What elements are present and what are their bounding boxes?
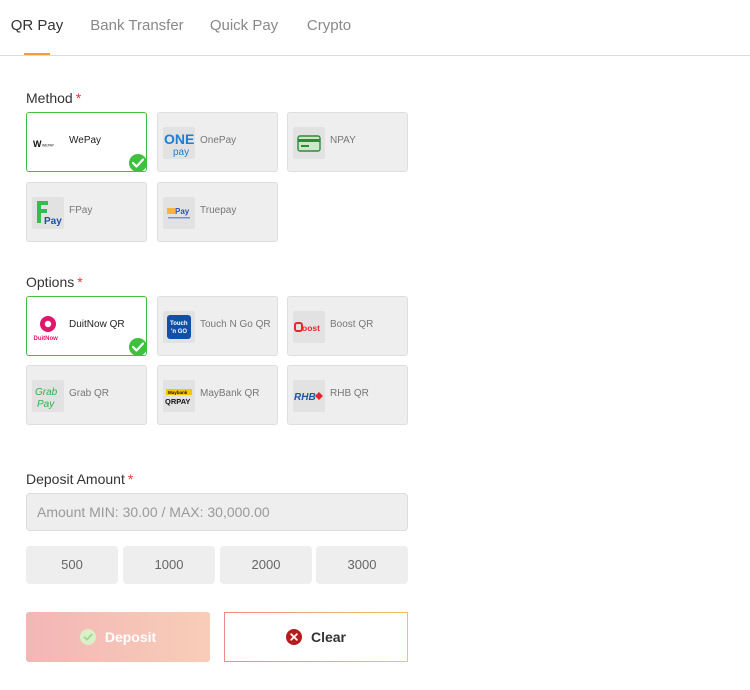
quick-amount-500-button[interactable]: 500 — [26, 546, 118, 584]
wepay-logo: W WEPAY — [32, 127, 64, 159]
option-rhb-qr[interactable]: RHB RHB QR — [287, 365, 408, 425]
option-label: DuitNow QR — [69, 319, 125, 330]
grab-logo: Grab Pay — [32, 380, 64, 412]
truepay-logo-text: Pay — [175, 207, 190, 216]
required-mark: * — [127, 471, 134, 487]
deposit-amount-heading: Deposit Amount * — [26, 471, 133, 487]
options-heading: Options * — [26, 274, 83, 290]
option-label: Touch N Go QR — [200, 319, 271, 330]
quick-amount-3000-button[interactable]: 3000 — [316, 546, 408, 584]
option-touch-n-go-qr[interactable]: Touch 'n GO Touch N Go QR — [157, 296, 278, 356]
method-option-onepay[interactable]: ONE pay OnePay — [157, 112, 278, 172]
tab-quick-pay-label: Quick Pay — [209, 17, 279, 34]
option-maybank-qr[interactable]: Maybank QRPAY MayBank QR — [157, 365, 278, 425]
method-option-label: Truepay — [200, 205, 237, 216]
svg-text:W: W — [33, 139, 42, 149]
option-label: RHB QR — [330, 388, 369, 399]
option-duitnow-qr[interactable]: DuitNow DuitNow QR — [26, 296, 147, 356]
quick-amount-1000-button[interactable]: 1000 — [123, 546, 215, 584]
method-option-truepay[interactable]: Pay Truepay — [157, 182, 278, 242]
rhb-logo: RHB — [293, 380, 325, 412]
method-option-fpay[interactable]: Pay FPay — [26, 182, 147, 242]
clear-button-label: Clear — [310, 629, 347, 645]
option-label: Grab QR — [69, 388, 110, 399]
maybank-logo-bottom: QRPAY — [165, 397, 190, 406]
check-icon — [129, 154, 147, 172]
wepay-logo-text: WEPAY — [42, 144, 55, 148]
option-grab-qr[interactable]: Grab Pay Grab QR — [26, 365, 147, 425]
quick-amount-2000-button[interactable]: 2000 — [220, 546, 312, 584]
onepay-logo: ONE pay — [163, 127, 195, 159]
tab-bank-transfer[interactable]: Bank Transfer — [86, 0, 188, 55]
npay-card-logo — [293, 127, 325, 159]
method-label: Method — [26, 90, 73, 106]
method-option-label: FPay — [69, 205, 93, 216]
tng-logo-bottom: 'n GO — [171, 329, 187, 335]
grab-logo-top: Grab — [35, 387, 58, 398]
fpay-logo: Pay — [32, 197, 64, 229]
fpay-logo-text: Pay — [44, 216, 62, 227]
deposit-button-label: Deposit — [104, 629, 157, 645]
deposit-amount-label: Deposit Amount — [26, 471, 125, 487]
touchngo-logo: Touch 'n GO — [163, 311, 195, 343]
duitnow-logo: DuitNow — [32, 311, 64, 343]
tab-qr-pay-label: QR Pay — [10, 17, 64, 34]
check-circle-icon — [79, 629, 96, 645]
option-label: Boost QR — [330, 319, 374, 330]
method-option-label: OnePay — [200, 135, 237, 146]
tab-crypto-label: Crypto — [306, 17, 352, 34]
onepay-logo-top: ONE — [164, 131, 194, 147]
tab-crypto[interactable]: Crypto — [300, 0, 358, 55]
tng-logo-top: Touch — [170, 321, 188, 327]
onepay-logo-bottom: pay — [173, 147, 189, 158]
maybank-logo-top: Maybank — [168, 390, 188, 395]
payment-tabs: QR Pay Bank Transfer Quick Pay Crypto — [0, 0, 750, 56]
required-mark: * — [77, 274, 83, 290]
method-heading: Method * — [26, 90, 81, 106]
close-circle-icon — [285, 629, 302, 645]
grab-logo-bottom: Pay — [37, 399, 55, 410]
method-option-label: NPAY — [330, 135, 356, 146]
option-boost-qr[interactable]: oost Boost QR — [287, 296, 408, 356]
check-icon — [129, 338, 147, 356]
truepay-logo: Pay — [163, 197, 195, 229]
boost-logo: oost — [293, 311, 325, 343]
duitnow-logo-text: DuitNow — [34, 336, 59, 342]
option-label: MayBank QR — [200, 388, 260, 399]
boost-logo-text: oost — [302, 323, 320, 333]
method-option-npay[interactable]: NPAY — [287, 112, 408, 172]
clear-button[interactable]: Clear — [224, 612, 408, 662]
active-tab-indicator — [24, 53, 50, 55]
rhb-logo-text: RHB — [294, 392, 316, 403]
tab-qr-pay[interactable]: QR Pay — [0, 0, 74, 55]
required-mark: * — [75, 90, 82, 106]
tab-quick-pay[interactable]: Quick Pay — [204, 0, 284, 55]
method-option-label: WePay — [69, 135, 102, 146]
options-label: Options — [26, 274, 75, 290]
deposit-amount-input[interactable] — [26, 493, 408, 531]
method-option-wepay[interactable]: W WEPAY WePay — [26, 112, 147, 172]
deposit-button[interactable]: Deposit — [26, 612, 210, 662]
maybank-qrpay-logo: Maybank QRPAY — [163, 380, 195, 412]
tab-bank-transfer-label: Bank Transfer — [90, 17, 184, 34]
